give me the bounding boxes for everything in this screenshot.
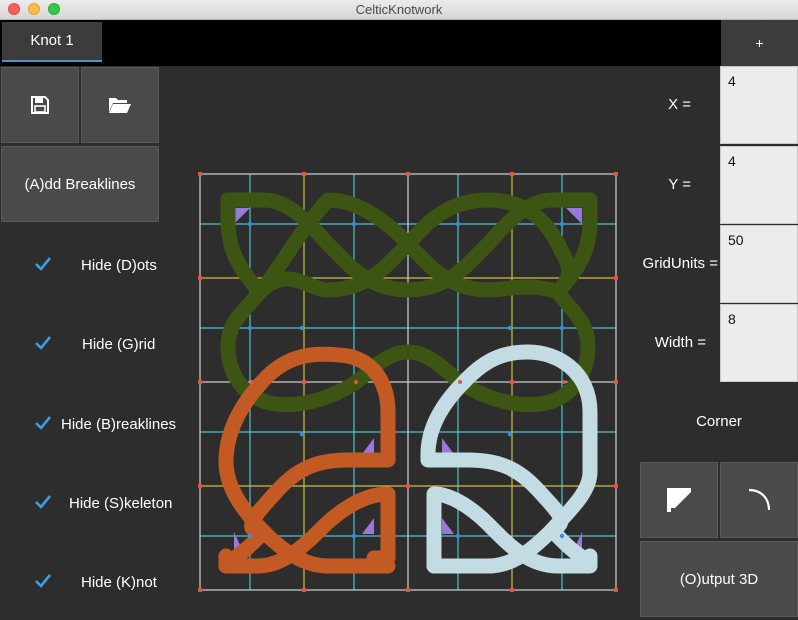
output-3d-button[interactable]: (O)utput 3D	[640, 541, 798, 617]
add-breaklines-button[interactable]: (A)dd Breaklines	[1, 146, 159, 222]
folder-open-icon	[109, 98, 131, 113]
gridunits-label: GridUnits =	[642, 255, 718, 272]
save-icon	[31, 96, 49, 114]
window-title: CelticKnotwork	[355, 2, 443, 17]
hide-knot-label: Hide (K)not	[81, 574, 157, 591]
open-button[interactable]	[81, 67, 159, 143]
hide-dots-label: Hide (D)ots	[81, 257, 157, 274]
hide-knot-checkbox[interactable]: Hide (K)not	[0, 570, 200, 600]
hide-grid-label: Hide (G)rid	[82, 336, 156, 353]
hide-breaklines-label: Hide (B)reaklines	[61, 416, 177, 433]
x-label: X =	[668, 96, 691, 113]
knot-canvas[interactable]	[198, 172, 618, 592]
green-knot-strand	[220, 192, 598, 413]
gridunits-input[interactable]: 50	[720, 225, 798, 303]
square-corner-icon	[667, 488, 691, 512]
x-input[interactable]: 4	[720, 66, 798, 144]
y-input[interactable]: 4	[720, 146, 798, 224]
checkmark-icon	[35, 257, 52, 271]
checkmark-icon	[35, 495, 52, 509]
hide-skeleton-label: Hide (S)keleton	[69, 495, 173, 512]
title-bar: CelticKnotwork	[0, 0, 798, 20]
hide-dots-checkbox[interactable]: Hide (D)ots	[0, 253, 200, 283]
tab-bar: Knot 1 +	[0, 20, 798, 66]
add-tab-button[interactable]: +	[721, 20, 798, 66]
round-corner-button[interactable]	[720, 462, 798, 538]
hide-breaklines-checkbox[interactable]: Hide (B)reaklines	[0, 412, 200, 442]
width-label: Width =	[654, 334, 706, 351]
hide-grid-checkbox[interactable]: Hide (G)rid	[0, 332, 200, 362]
corner-label: Corner	[696, 413, 742, 430]
square-corner-button[interactable]	[640, 462, 718, 538]
checkmark-icon	[35, 574, 52, 588]
hide-skeleton-checkbox[interactable]: Hide (S)keleton	[0, 491, 200, 521]
checkmark-icon	[35, 416, 52, 430]
tab-knot-1[interactable]: Knot 1	[2, 22, 102, 62]
width-input[interactable]: 8	[720, 304, 798, 382]
save-button[interactable]	[1, 67, 79, 143]
checkmark-icon	[35, 336, 52, 350]
round-corner-icon	[748, 488, 771, 511]
y-label: Y =	[668, 176, 691, 193]
